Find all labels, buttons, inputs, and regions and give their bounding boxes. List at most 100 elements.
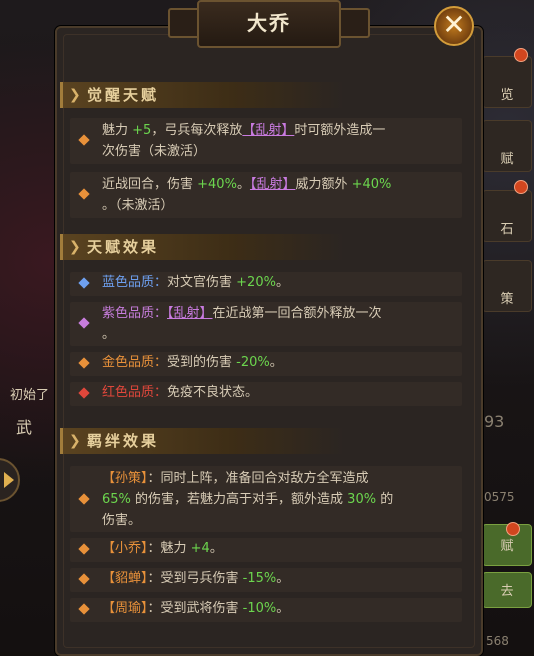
entry-text: 威力额外: [295, 177, 352, 192]
diamond-bullet-icon: [78, 543, 90, 555]
side-tab-stone[interactable]: 石: [482, 190, 532, 242]
entry-text: 。: [276, 571, 290, 586]
tab-label: 览: [500, 88, 514, 103]
entry-text: ：受到武将伤害: [147, 601, 243, 616]
entry-line: 65% 的伤害，若魅力高于对手，额外造成 30% 的: [102, 489, 456, 510]
entry-value: 30%: [347, 492, 377, 507]
entry-text: ：同时上阵，准备回合对敌方全军造成: [147, 471, 369, 486]
entry-line: 伤害。: [102, 513, 142, 528]
entry-value: 65%: [102, 492, 131, 507]
side-value: 0575: [484, 490, 515, 504]
chevron-icon: ❯: [69, 239, 84, 255]
section-title: 觉醒天赋: [87, 86, 160, 104]
entry-text: 。: [269, 355, 283, 370]
dialog-title: 大乔: [197, 0, 341, 48]
entry-value: +4: [190, 541, 210, 556]
awakening-entry: 近战回合，伤害 +40%。【乱射】威力额外 +40% 。（未激活）: [70, 172, 462, 218]
entry-line: 。（未激活）: [102, 198, 174, 213]
entry-text: 。: [276, 601, 290, 616]
awakening-entry: 魅力 +5，弓兵每次释放【乱射】时可额外造成一 次伤害（未激活）: [70, 118, 462, 164]
entry-value: +40%: [197, 177, 237, 192]
entry-text: 免疫不良状态。: [167, 385, 259, 400]
close-icon: ✕: [442, 8, 466, 41]
entry-text: 对文官伤害: [167, 275, 237, 290]
quality-label: 蓝色品质：: [102, 275, 168, 290]
close-button[interactable]: ✕: [430, 6, 478, 46]
entry-value: +20%: [236, 275, 276, 290]
diamond-bullet-icon: [78, 603, 90, 615]
side-tab-talent[interactable]: 赋: [482, 120, 532, 172]
notification-badge: [514, 48, 528, 62]
skill-link[interactable]: 【乱射】: [250, 177, 296, 192]
section-header-awakening: ❯ 觉醒天赋: [60, 82, 344, 108]
talent-entry-blue: 蓝色品质：对文官伤害 +20%。: [70, 272, 462, 296]
button-label: 去: [500, 584, 514, 599]
quality-label: 红色品质：: [102, 385, 168, 400]
entry-text: ：魅力: [147, 541, 191, 556]
entry-value: -15%: [242, 571, 277, 586]
bond-hero-name: 【貂蝉】: [102, 571, 148, 586]
side-value: 93: [484, 412, 505, 431]
bond-hero-name: 【周瑜】: [102, 601, 148, 616]
entry-line: 。: [102, 327, 116, 342]
skill-link[interactable]: 【乱射】: [242, 123, 294, 138]
entry-line: 【孙策】：同时上阵，准备回合对敌方全军造成: [102, 468, 456, 489]
entry-text: 。: [209, 541, 223, 556]
side-tab-strategy[interactable]: 策: [482, 260, 532, 312]
section-header-bond: ❯ 羁绊效果: [60, 428, 344, 454]
diamond-bullet-icon: [78, 188, 90, 200]
tab-label: 策: [500, 292, 514, 307]
entry-text: 受到的伤害: [167, 355, 237, 370]
entry-value: +40%: [351, 177, 392, 192]
talent-entry-purple: 紫色品质：【乱射】在近战第一回合额外释放一次 。: [70, 302, 462, 346]
entry-value: +5: [132, 123, 152, 138]
side-label: 初始了: [10, 388, 50, 403]
entry-line: 魅力 +5，弓兵每次释放【乱射】时可额外造成一: [102, 120, 456, 141]
diamond-bullet-icon: [78, 317, 90, 329]
section-title: 天赋效果: [87, 238, 160, 256]
skill-link[interactable]: 【乱射】: [167, 306, 213, 321]
entry-text: 的: [376, 492, 394, 507]
entry-text: 在近战第一回合额外释放一次: [212, 306, 382, 321]
entry-text: 时可额外造成一: [294, 123, 386, 138]
talent-entry-gold: 金色品质：受到的伤害 -20%。: [70, 352, 462, 376]
quality-label: 紫色品质：: [102, 306, 168, 321]
bond-entry: 【孙策】：同时上阵，准备回合对敌方全军造成 65% 的伤害，若魅力高于对手，额外…: [70, 466, 462, 532]
entry-value: -20%: [236, 355, 270, 370]
entry-text: ，弓兵每次释放: [151, 123, 243, 138]
chevron-icon: ❯: [69, 87, 84, 103]
tab-label: 石: [500, 222, 514, 237]
diamond-bullet-icon: [78, 493, 90, 505]
diamond-bullet-icon: [78, 134, 90, 146]
notification-badge: [514, 180, 528, 194]
side-go-button[interactable]: 去: [482, 572, 532, 608]
quality-label: 金色品质：: [102, 355, 168, 370]
side-tab-overview[interactable]: 览: [482, 56, 532, 108]
bond-hero-name: 【小乔】: [102, 541, 148, 556]
talent-entry-red: 红色品质：免疫不良状态。: [70, 382, 462, 406]
side-label: 武: [16, 418, 33, 437]
entry-text: ：受到弓兵伤害: [147, 571, 243, 586]
notification-badge: [506, 522, 520, 536]
play-arrow-icon: [4, 472, 14, 488]
entry-text: 魅力: [102, 123, 133, 138]
entry-text: 。: [236, 177, 250, 192]
diamond-bullet-icon: [78, 277, 90, 289]
entry-line: 近战回合，伤害 +40%。【乱射】威力额外 +40%: [102, 174, 456, 195]
entry-text: 的伤害，若魅力高于对手，额外造成: [130, 492, 348, 507]
entry-text: 。: [275, 275, 289, 290]
bond-entry: 【貂蝉】：受到弓兵伤害 -15%。: [70, 568, 462, 592]
entry-value: -10%: [242, 601, 277, 616]
diamond-bullet-icon: [78, 357, 90, 369]
section-title: 羁绊效果: [87, 432, 160, 450]
entry-line: 次伤害（未激活）: [102, 144, 207, 159]
side-value: 568: [486, 634, 509, 648]
tab-label: 赋: [500, 152, 514, 167]
bond-entry: 【小乔】：魅力 +4。: [70, 538, 462, 562]
bond-hero-name: 【孙策】: [102, 471, 148, 486]
section-header-talent: ❯ 天赋效果: [60, 234, 344, 260]
entry-text: 近战回合，伤害: [102, 177, 198, 192]
bond-entry: 【周瑜】：受到武将伤害 -10%。: [70, 598, 462, 622]
entry-line: 紫色品质：【乱射】在近战第一回合额外释放一次: [102, 303, 456, 324]
diamond-bullet-icon: [78, 573, 90, 585]
